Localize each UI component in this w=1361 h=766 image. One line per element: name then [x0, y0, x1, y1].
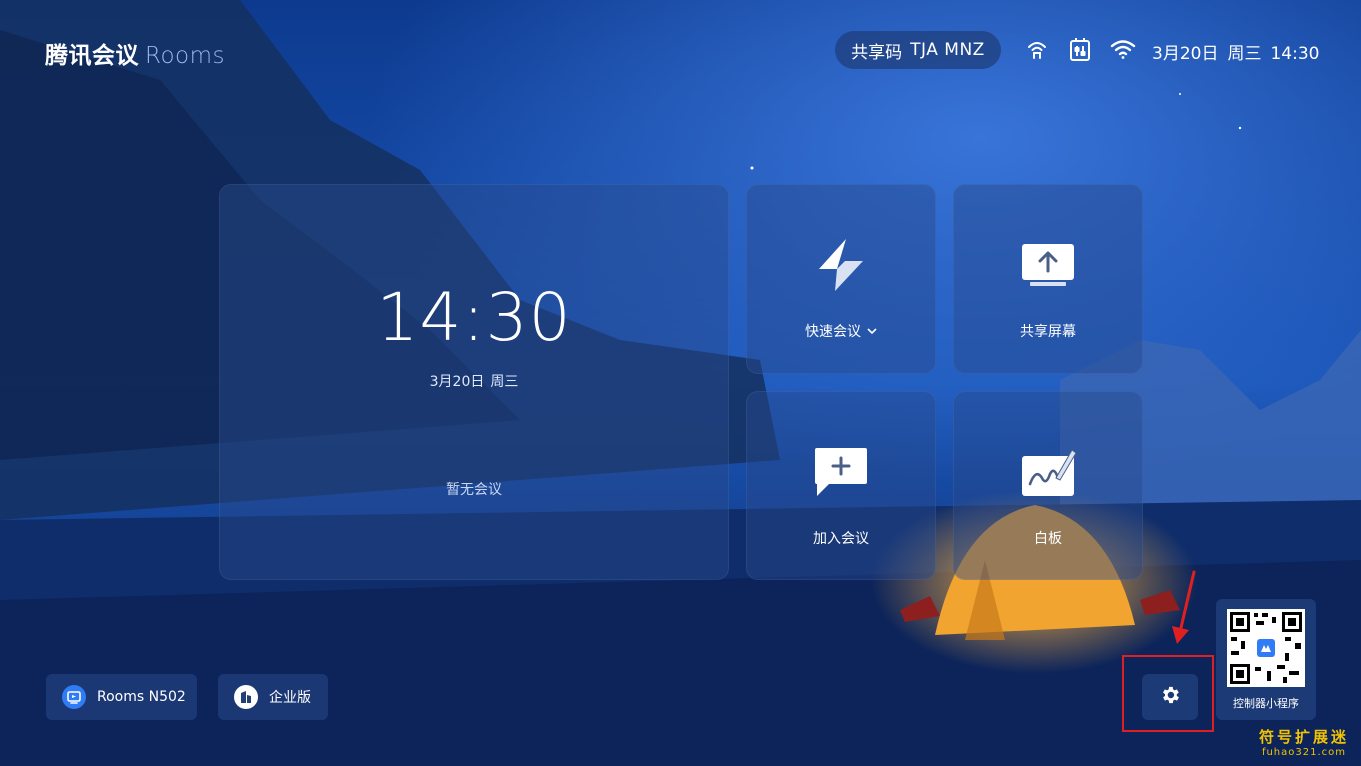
whiteboard-icon [1018, 442, 1078, 502]
whiteboard-label: 白板 [1034, 531, 1062, 547]
chevron-down-icon[interactable] [867, 323, 877, 339]
watermark-url: fuhao321.com [1261, 747, 1347, 758]
room-tv-icon [62, 685, 86, 709]
annotation-highlight-box [1122, 655, 1214, 732]
share-screen-icon [1018, 235, 1078, 295]
wifi-icon[interactable] [1110, 36, 1136, 62]
status-weekday: 周三 [1227, 44, 1262, 64]
join-meeting-label: 加入会议 [813, 531, 869, 547]
share-code-label: 共享码 [851, 42, 903, 63]
clock-date-day: 3月20日 [429, 374, 485, 390]
status-bar-icons [1024, 36, 1136, 62]
quick-meeting-tile[interactable]: 快速会议 [746, 184, 936, 374]
proximity-icon[interactable] [1024, 36, 1050, 62]
lightning-icon [811, 235, 871, 295]
status-date: 3月20日 [1152, 44, 1219, 64]
room-name-chip[interactable]: Rooms N502 [46, 674, 197, 720]
app-brand: 腾讯会议 Rooms [45, 36, 225, 70]
status-time: 14:30 [1270, 44, 1320, 64]
no-meeting-text: 暂无会议 [446, 482, 502, 498]
room-name-label: Rooms N502 [97, 689, 186, 705]
join-meeting-tile[interactable]: 加入会议 [746, 391, 936, 580]
qr-label: 控制器小程序 [1233, 697, 1299, 710]
watermark-title: 符号扩展迷 [1258, 728, 1349, 746]
enterprise-edition-chip[interactable]: 企业版 [218, 674, 328, 720]
quick-meeting-label-row: 快速会议 [805, 321, 877, 341]
share-code-pill[interactable]: 共享码 TJA MNZ [835, 31, 1001, 69]
brand-chinese: 腾讯会议 [45, 43, 139, 69]
share-screen-label: 共享屏幕 [1020, 324, 1076, 340]
device-control-icon[interactable] [1067, 36, 1093, 62]
status-datetime: 3月20日 周三 14:30 [1152, 39, 1328, 64]
enterprise-building-icon [234, 685, 258, 709]
join-meeting-icon [811, 442, 871, 502]
clock-time: 14:30 [376, 279, 572, 356]
whiteboard-tile[interactable]: 白板 [953, 391, 1143, 580]
controller-miniprogram-qr[interactable]: 控制器小程序 [1216, 599, 1316, 720]
clock-date: 3月20日 周三 [220, 371, 728, 391]
qr-code-icon [1227, 609, 1305, 687]
enterprise-edition-label: 企业版 [269, 690, 311, 706]
site-watermark: 符号扩展迷 fuhao321.com [1259, 726, 1349, 758]
share-screen-tile[interactable]: 共享屏幕 [953, 184, 1143, 374]
share-code-value: TJA MNZ [910, 40, 985, 60]
brand-english: Rooms [145, 43, 225, 69]
annotation-arrow-icon [1168, 570, 1198, 654]
quick-meeting-label: 快速会议 [805, 324, 861, 340]
clock-date-weekday: 周三 [490, 374, 519, 390]
meeting-schedule-panel: 14:30 3月20日 周三 暂无会议 [219, 184, 729, 580]
